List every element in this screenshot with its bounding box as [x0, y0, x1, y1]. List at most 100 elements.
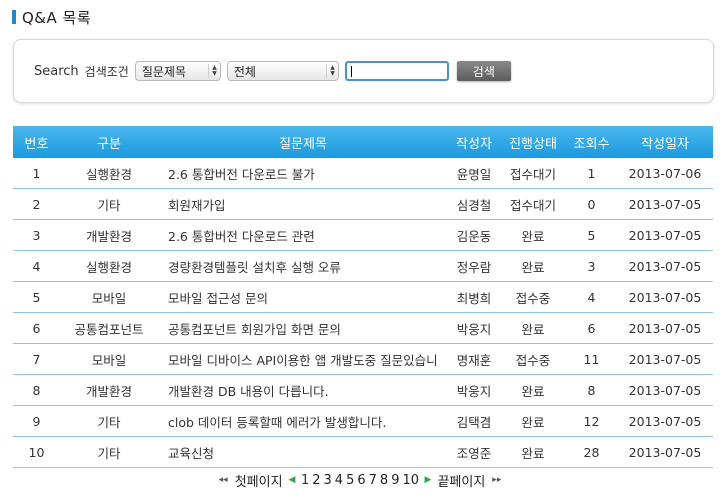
- page-link-2[interactable]: 2: [312, 473, 320, 488]
- page-link-9[interactable]: 9: [391, 473, 399, 488]
- row-author: 심경철: [448, 188, 500, 220]
- table-header-row: 번호 구분 질문제목 작성자 진행상태 조회수 작성일자: [13, 126, 713, 158]
- col-header-author: 작성자: [448, 126, 500, 158]
- row-category: 모바일: [60, 343, 158, 375]
- row-views: 6: [566, 312, 617, 344]
- row-date: 2013-07-05: [617, 281, 713, 313]
- row-author: 김택겸: [448, 405, 500, 437]
- select-arrows-icon: ▲ ▼: [326, 64, 335, 78]
- row-status: 완료: [500, 250, 566, 282]
- row-title-link[interactable]: 모바일 접근성 문의: [158, 281, 448, 313]
- row-no: 9: [13, 405, 60, 437]
- page-link-5[interactable]: 5: [346, 473, 354, 488]
- row-views: 1: [566, 158, 617, 189]
- row-title-link[interactable]: clob 데이터 등록할때 에러가 발생합니다.: [158, 405, 448, 437]
- row-title-link[interactable]: 회원재가입: [158, 188, 448, 220]
- page-title: Q&A 목록: [22, 8, 92, 27]
- row-views: 8: [566, 374, 617, 406]
- table-row[interactable]: 1 실행환경 2.6 통합버전 다운로드 불가 윤명일 접수대기 1 2013-07-06: [13, 158, 713, 189]
- row-views: 4: [566, 281, 617, 313]
- row-date: 2013-07-05: [617, 219, 713, 251]
- row-status: 완료: [500, 219, 566, 251]
- page-header: Q&A 목록: [12, 7, 91, 27]
- table-row[interactable]: 9 기타 clob 데이터 등록할때 에러가 발생합니다. 김택겸 완료 12 2013-0…: [13, 405, 713, 437]
- first-page-link[interactable]: 첫페이지: [235, 471, 283, 490]
- table-row[interactable]: 6 공통컴포넌트 공통컴포넌트 회원가입 화면 문의 박웅지 완료 6 2013-07-05: [13, 312, 713, 344]
- page-link-7[interactable]: 7: [369, 473, 377, 488]
- row-date: 2013-07-05: [617, 188, 713, 220]
- table-row[interactable]: 3 개발환경 2.6 통합버전 다운로드 관련 김운동 완료 5 2013-07-05: [13, 219, 713, 251]
- row-date: 2013-07-05: [617, 405, 713, 437]
- row-status: 완료: [500, 312, 566, 344]
- next-page-icon[interactable]: ▶: [425, 475, 432, 485]
- row-category: 개발환경: [60, 219, 158, 251]
- prev-page-icon[interactable]: ◀: [289, 475, 296, 485]
- row-no: 10: [13, 436, 60, 468]
- row-title-link[interactable]: 공통컴포넌트 회원가입 화면 문의: [158, 312, 448, 344]
- row-views: 12: [566, 405, 617, 437]
- search-row: Search 검색조건 질문제목 ▲ ▼ 전체 ▲ ▼ 검색: [34, 59, 511, 83]
- row-category: 개발환경: [60, 374, 158, 406]
- col-header-date: 작성일자: [617, 126, 713, 158]
- row-category: 실행환경: [60, 158, 158, 189]
- row-no: 4: [13, 250, 60, 282]
- row-category: 공통컴포넌트: [60, 312, 158, 344]
- row-title-link[interactable]: 모바일 디바이스 API이용한 앱 개발도중 질문있습니: [158, 343, 448, 375]
- status-filter-select[interactable]: 전체 ▲ ▼: [226, 61, 339, 81]
- row-views: 0: [566, 188, 617, 220]
- row-no: 5: [13, 281, 60, 313]
- last-page-icon[interactable]: ▸▸: [492, 475, 501, 485]
- col-header-title: 질문제목: [158, 126, 448, 158]
- col-header-status: 진행상태: [500, 126, 566, 158]
- title-marker: [12, 10, 16, 24]
- select-arrows-icon: ▲ ▼: [208, 64, 217, 78]
- search-field-select[interactable]: 질문제목 ▲ ▼: [134, 61, 221, 81]
- page-link-8[interactable]: 8: [380, 473, 388, 488]
- last-page-link[interactable]: 끝페이지: [437, 471, 485, 490]
- col-header-views: 조회수: [566, 126, 617, 158]
- row-no: 1: [13, 158, 60, 189]
- row-status: 완료: [500, 436, 566, 468]
- row-date: 2013-07-05: [617, 250, 713, 282]
- row-status: 접수중: [500, 281, 566, 313]
- row-author: 최병희: [448, 281, 500, 313]
- table-row[interactable]: 10 기타 교육신청 조영준 완료 28 2013-07-05: [13, 436, 713, 468]
- page-link-10[interactable]: 10: [402, 473, 419, 488]
- row-category: 기타: [60, 405, 158, 437]
- row-author: 명재훈: [448, 343, 500, 375]
- first-page-icon[interactable]: ◂◂: [219, 475, 228, 485]
- row-no: 8: [13, 374, 60, 406]
- table-row[interactable]: 8 개발환경 개발환경 DB 내용이 다릅니다. 박웅지 완료 8 2013-07-05: [13, 374, 713, 406]
- page-link-1[interactable]: 1: [301, 473, 309, 488]
- row-date: 2013-07-05: [617, 374, 713, 406]
- search-panel: Search 검색조건 질문제목 ▲ ▼ 전체 ▲ ▼ 검색: [13, 39, 714, 103]
- row-title-link[interactable]: 2.6 통합버전 다운로드 불가: [158, 158, 448, 189]
- row-title-link[interactable]: 개발환경 DB 내용이 다릅니다.: [158, 374, 448, 406]
- row-no: 3: [13, 219, 60, 251]
- row-status: 접수중: [500, 343, 566, 375]
- search-condition-label: 검색조건: [84, 64, 129, 79]
- page-link-6[interactable]: 6: [357, 473, 365, 488]
- row-category: 모바일: [60, 281, 158, 313]
- table-row[interactable]: 5 모바일 모바일 접근성 문의 최병희 접수중 4 2013-07-05: [13, 281, 713, 313]
- table-row[interactable]: 7 모바일 모바일 디바이스 API이용한 앱 개발도중 질문있습니 명재훈 접수중 11…: [13, 343, 713, 375]
- search-button[interactable]: 검색: [456, 61, 511, 81]
- row-author: 김운동: [448, 219, 500, 251]
- pagination: ◂◂ 첫페이지 ◀ 1 2 3 4 5 6 7 8 9 10 ▶ 끝페이지 ▸▸: [0, 471, 720, 490]
- page-link-4[interactable]: 4: [335, 473, 343, 488]
- row-title-link[interactable]: 2.6 통합버전 다운로드 관련: [158, 219, 448, 251]
- row-title-link[interactable]: 경량환경템플릿 설치후 실행 오류: [158, 250, 448, 282]
- row-views: 28: [566, 436, 617, 468]
- row-author: 박웅지: [448, 312, 500, 344]
- row-views: 3: [566, 250, 617, 282]
- row-date: 2013-07-05: [617, 343, 713, 375]
- row-date: 2013-07-06: [617, 158, 713, 189]
- table-row[interactable]: 2 기타 회원재가입 심경철 접수대기 0 2013-07-05: [13, 188, 713, 220]
- row-no: 2: [13, 188, 60, 220]
- search-input[interactable]: [344, 61, 449, 81]
- row-date: 2013-07-05: [617, 312, 713, 344]
- table-row[interactable]: 4 실행환경 경량환경템플릿 설치후 실행 오류 정우람 완료 3 2013-07-05: [13, 250, 713, 282]
- search-label: Search: [34, 63, 79, 79]
- row-title-link[interactable]: 교육신청: [158, 436, 448, 468]
- page-link-3[interactable]: 3: [324, 473, 332, 488]
